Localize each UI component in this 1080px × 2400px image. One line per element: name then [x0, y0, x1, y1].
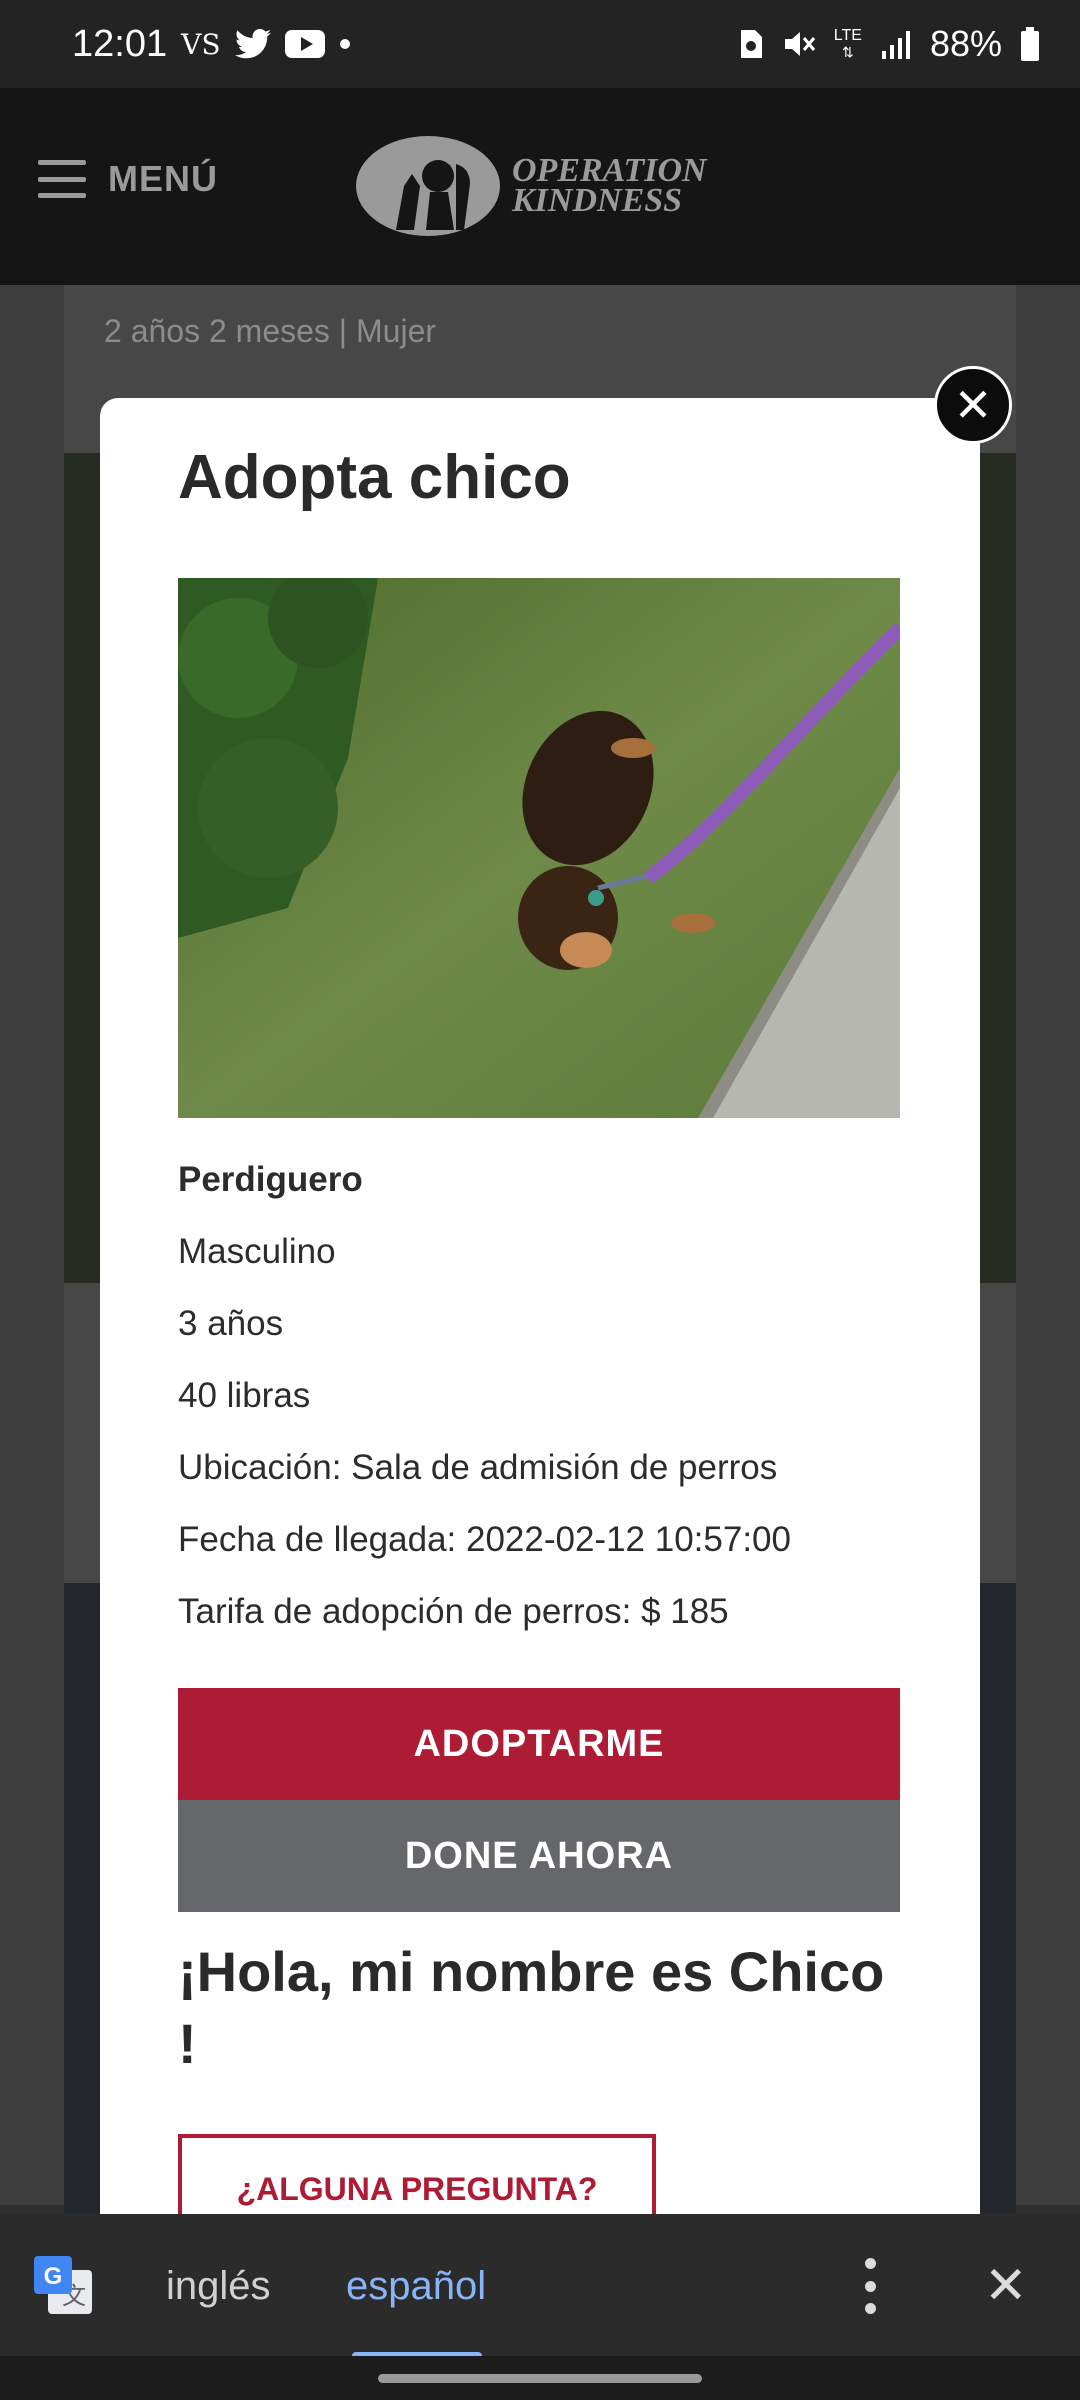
pet-greeting: ¡Hola, mi nombre es Chico ! [178, 1940, 885, 2075]
pet-breed: Perdiguero [178, 1160, 363, 1199]
network-label: LTE [833, 27, 862, 44]
home-gesture-handle[interactable] [378, 2374, 702, 2383]
pet-adoption-fee: Tarifa de adopción de perros: $ 185 [178, 1592, 729, 1631]
lte-icon: LTE ⇅ [833, 27, 862, 61]
app-header: MENÚ OPERATION KINDNESS [0, 88, 1080, 285]
pet-location: Ubicación: Sala de admisión de perros [178, 1448, 778, 1487]
notification-dot-icon [339, 38, 351, 50]
source-language-tab[interactable]: inglés [166, 2264, 271, 2309]
twitter-icon [234, 29, 271, 59]
close-icon: ✕ [953, 379, 993, 431]
pet-age: 3 años [178, 1304, 284, 1343]
logo-pets-icon [356, 136, 500, 236]
navigation-gesture-area [0, 2356, 1080, 2400]
status-bar: 12:01 VS LTE ⇅ 88% [0, 0, 1080, 88]
donate-button[interactable]: DONE AHORA [178, 1800, 900, 1912]
pet-weight: 40 libras [178, 1376, 311, 1415]
logo-text-line2: KINDNESS [512, 182, 683, 219]
menu-label: MENÚ [108, 158, 218, 199]
translate-bar: 文 G inglés español ✕ [0, 2214, 1080, 2360]
status-time: 12:01 [72, 22, 168, 65]
hamburger-icon [38, 160, 86, 198]
signal-icon [880, 29, 912, 59]
youtube-icon [284, 30, 325, 58]
mute-icon [782, 28, 816, 60]
close-translate-bar-icon[interactable]: ✕ [984, 2258, 1028, 2314]
sim-icon [738, 28, 764, 60]
background-pet-subtitle: 2 años 2 meses | Mujer [104, 313, 437, 349]
target-language-tab[interactable]: español [346, 2264, 486, 2309]
modal-title: Adopta chico [178, 443, 571, 512]
pet-sex: Masculino [178, 1232, 336, 1271]
pet-arrival-date: Fecha de llegada: 2022-02-12 10:57:00 [178, 1520, 791, 1559]
svg-text:G: G [44, 2263, 63, 2290]
more-options-icon[interactable] [862, 2258, 878, 2314]
google-translate-icon[interactable]: 文 G [34, 2256, 94, 2316]
close-modal-button[interactable]: ✕ [934, 366, 1012, 444]
pet-info-list: Perdiguero Masculino 3 años 40 libras Ub… [178, 1144, 902, 1648]
pet-photo [178, 578, 900, 1118]
operation-kindness-logo[interactable]: OPERATION KINDNESS [356, 134, 707, 238]
menu-button[interactable]: MENÚ [38, 158, 218, 200]
battery-icon [1020, 27, 1040, 61]
battery-percent: 88% [929, 23, 1002, 64]
carrier-badge: VS [181, 27, 221, 61]
pet-detail-modal: Adopta chico Perdiguero Masculino 3 años… [100, 398, 980, 2244]
adopt-button[interactable]: ADOPTARME [178, 1688, 900, 1800]
